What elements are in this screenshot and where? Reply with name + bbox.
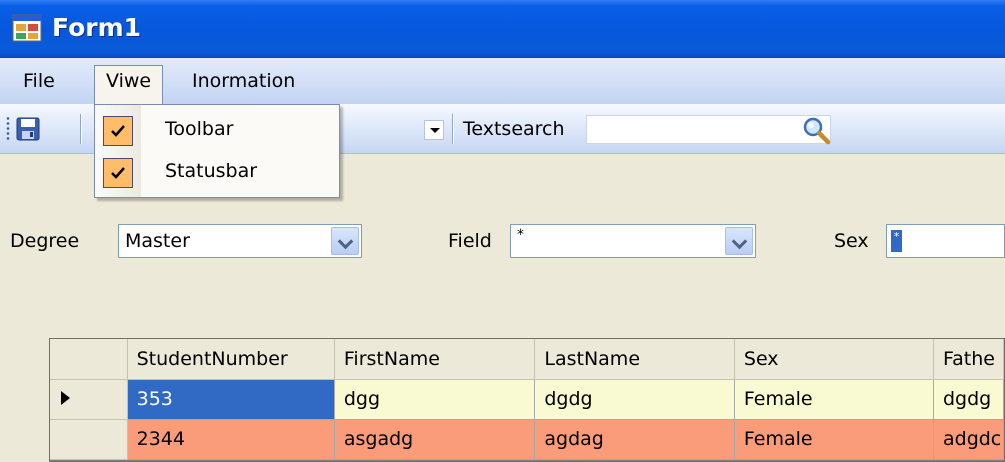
table-cell[interactable]: dgg [334, 379, 536, 420]
menu-file[interactable]: File [12, 66, 66, 96]
menu-item-label: Statusbar [165, 160, 258, 182]
menu-view[interactable]: Viwe [94, 65, 164, 104]
table-row[interactable]: 353 dgg dgdg Female dgdg [50, 379, 1004, 420]
view-dropdown-menu: Toolbar Statusbar [94, 104, 340, 198]
title-bar: Form1 [0, 0, 1005, 58]
check-icon [103, 158, 133, 188]
table-cell[interactable]: adgdc [933, 419, 1004, 460]
row-header[interactable] [50, 379, 128, 420]
menu-bar: File Viwe Inormation [0, 58, 1005, 104]
textsearch-label: Textsearch [463, 118, 565, 140]
column-header[interactable]: StudentNumber [127, 339, 335, 380]
toolbar-grip[interactable] [6, 116, 10, 142]
table-cell[interactable]: agdag [534, 419, 735, 460]
sex-value: * [891, 230, 902, 252]
table-cell[interactable]: Female [734, 419, 934, 460]
table-cell[interactable]: Female [734, 379, 934, 420]
toolbar-separator [452, 114, 454, 144]
students-grid[interactable]: StudentNumber FirstName LastName Sex Fat… [49, 338, 1005, 462]
sex-label: Sex [834, 230, 869, 252]
table-cell[interactable]: dgdg [534, 379, 735, 420]
field-value: * [517, 227, 524, 243]
table-cell[interactable]: 2344 [127, 419, 335, 460]
degree-value: Master [125, 230, 190, 252]
search-icon[interactable] [801, 115, 831, 145]
app-icon [12, 14, 42, 42]
column-header[interactable]: Fathe [933, 339, 1004, 380]
column-header[interactable]: Sex [734, 339, 934, 380]
row-header[interactable] [50, 419, 128, 460]
table-cell[interactable]: 353 [127, 379, 335, 420]
degree-label: Degree [10, 230, 80, 252]
textsearch-input[interactable] [586, 115, 831, 144]
field-combo[interactable]: * [510, 224, 756, 258]
table-row[interactable]: 2344 asgadg agdag Female adgdc [50, 419, 1004, 460]
degree-combo[interactable]: Master [118, 224, 362, 258]
window-title: Form1 [52, 13, 142, 42]
menu-information[interactable]: Inormation [181, 66, 306, 96]
table-cell[interactable]: asgadg [334, 419, 536, 460]
save-icon[interactable] [16, 117, 40, 141]
check-icon [103, 116, 133, 146]
chevron-down-icon[interactable] [331, 227, 359, 255]
chevron-down-icon[interactable] [725, 227, 753, 255]
column-header[interactable]: FirstName [334, 339, 536, 380]
field-label: Field [448, 230, 492, 252]
grid-corner[interactable] [50, 339, 128, 380]
grid-header-row: StudentNumber FirstName LastName Sex Fat… [50, 339, 1004, 380]
menu-item-label: Toolbar [165, 118, 234, 140]
menu-item-toolbar[interactable]: Toolbar [97, 111, 337, 149]
current-row-arrow-icon [61, 391, 70, 405]
column-header[interactable]: LastName [534, 339, 735, 380]
toolbar-combo-dropdown[interactable] [424, 120, 444, 140]
toolbar-separator [80, 114, 82, 144]
table-cell[interactable]: dgdg [933, 379, 1004, 420]
menu-item-statusbar[interactable]: Statusbar [97, 153, 337, 191]
sex-input[interactable]: * [886, 224, 1005, 258]
